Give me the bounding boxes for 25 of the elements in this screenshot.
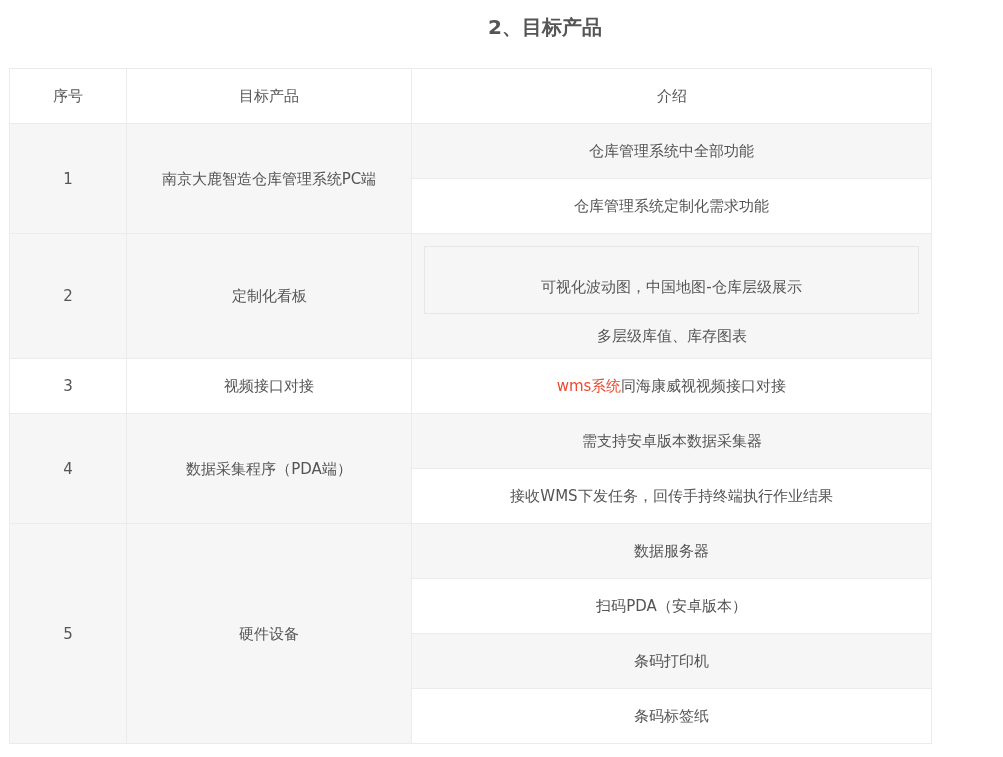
table-cell: 定制化看板 (126, 233, 412, 359)
table-cell: 接收WMS下发任务，回传手持终端执行作业结果 (411, 468, 932, 524)
table-cell: 仓库管理系统定制化需求功能 (411, 178, 932, 234)
table-cell: wms系统同海康威视视频接口对接 (411, 358, 932, 414)
table-cell: 硬件设备 (126, 523, 412, 744)
section-heading: 2、目标产品 (488, 14, 602, 41)
table-cell: 条码标签纸 (411, 688, 932, 744)
table-cell: 需支持安卓版本数据采集器 (411, 413, 932, 469)
table-cell: 扫码PDA（安卓版本） (411, 578, 932, 634)
column-header: 目标产品 (126, 68, 412, 124)
table-cell: 条码打印机 (411, 633, 932, 689)
table-cell: 数据服务器 (411, 523, 932, 579)
column-header: 介绍 (411, 68, 932, 124)
table-cell: 仓库管理系统中全部功能 (411, 123, 932, 179)
table-cell: 5 (9, 523, 127, 744)
table-cell: 1 (9, 123, 127, 234)
column-header: 序号 (9, 68, 127, 124)
paragraph: 多层级库值、库存图表 (595, 326, 748, 346)
table-cell: 2 (9, 233, 127, 359)
table-cell: 视频接口对接 (126, 358, 412, 414)
table-cell: 数据采集程序（PDA端） (126, 413, 412, 524)
table-cell: 3 (9, 358, 127, 414)
table-cell: 4 (9, 413, 127, 524)
table-cell: 南京大鹿智造仓库管理系统PC端 (126, 123, 412, 234)
boxed-paragraph: 可视化波动图，中国地图-仓库层级展示 (424, 246, 919, 314)
